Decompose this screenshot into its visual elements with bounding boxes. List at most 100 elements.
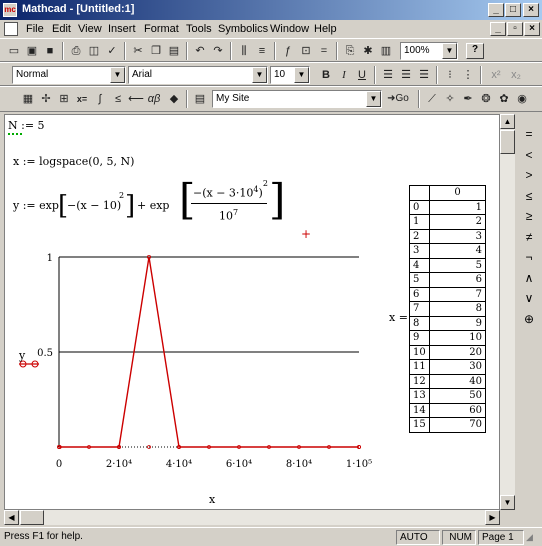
cut-icon[interactable]: ✂ (130, 43, 146, 59)
worksheet[interactable]: N := 5 x := logspace(0, 5, N) y := exp [… (4, 114, 500, 510)
result-table[interactable]: 0 0 1 1 2 2 3 3 4 4 5 5 6 6 7 7 8 8 9 9 10 10 20 11 30 12 40 13 50 1… (409, 185, 486, 433)
menu-tools[interactable]: Tools (186, 23, 212, 35)
scroll-up-icon[interactable]: ▲ (500, 114, 515, 129)
menu-file[interactable]: File (26, 23, 44, 35)
x-definition[interactable]: x := logspace(0, 5, N) (13, 155, 134, 168)
resource-site-select[interactable]: My Site ▼ (212, 90, 382, 108)
run-script-icon[interactable]: ▥ (378, 43, 394, 59)
print-preview-icon[interactable]: ◫ (86, 43, 102, 59)
boolean-toolbar-icon[interactable]: ≤ (110, 91, 126, 107)
x-axis-label[interactable]: x (209, 493, 215, 506)
superscript-button[interactable]: x² (488, 67, 504, 83)
palette-and-button[interactable]: ∧ (521, 270, 537, 286)
palette-greater-equal-button[interactable]: ≥ (521, 208, 537, 224)
menu-symbolics[interactable]: Symbolics (218, 23, 268, 35)
redo-icon[interactable]: ↷ (210, 43, 226, 59)
y-numerator[interactable]: −(x − 3·104)2 (193, 179, 268, 200)
palette-xor-button[interactable]: ⊕ (521, 311, 537, 327)
resource-center-icon[interactable]: ▤ (192, 91, 208, 107)
scroll-right-icon[interactable]: ▶ (485, 510, 500, 525)
graph-toolbar-icon[interactable]: ✢ (38, 91, 54, 107)
bold-button[interactable]: B (318, 67, 334, 83)
paste-icon[interactable]: ▤ (166, 43, 182, 59)
close-button[interactable]: × (523, 3, 539, 17)
palette-greater-than-button[interactable]: > (521, 167, 537, 183)
symbolic-toolbar-icon[interactable]: ◆ (166, 91, 182, 107)
resize-grip-icon[interactable]: ◢ (526, 532, 533, 543)
menu-format[interactable]: Format (144, 23, 179, 35)
spell-check-icon[interactable]: ✓ (104, 43, 120, 59)
copy-icon[interactable]: ❐ (148, 43, 164, 59)
palette-or-button[interactable]: ∨ (521, 290, 537, 306)
chevron-down-icon[interactable]: ▼ (366, 91, 381, 107)
y-axis-label[interactable]: y (19, 349, 25, 362)
font-size-select[interactable]: 10 ▼ (270, 66, 310, 84)
y-term-1[interactable]: −(x − 10) (67, 199, 121, 212)
horizontal-scroll-thumb[interactable] (20, 510, 44, 525)
print-icon[interactable]: ⎙ (68, 43, 84, 59)
menu-insert[interactable]: Insert (108, 23, 136, 35)
insert-function-icon[interactable]: ƒ (280, 43, 296, 59)
align-right-icon[interactable]: ☰ (416, 67, 432, 83)
zoom-select[interactable]: 100% ▼ (400, 42, 458, 60)
insert-hyperlink-icon[interactable]: ⎘ (342, 43, 358, 59)
xy-plot[interactable]: 1 0.5 0 2·10⁴ 4·10⁴ 6·10⁴ 8·10⁴ 1·10⁵ (5, 243, 385, 510)
numbering-icon[interactable]: ⋮ (460, 67, 476, 83)
chevron-down-icon[interactable]: ▼ (294, 67, 309, 83)
palette-equal-button[interactable]: = (521, 126, 537, 142)
doc-close-button[interactable]: × (524, 22, 540, 36)
help-button[interactable]: ? (466, 43, 484, 59)
maximize-button[interactable]: □ (505, 3, 521, 17)
scroll-left-icon[interactable]: ◀ (4, 510, 19, 525)
align-across-icon[interactable]: ⫼ (236, 43, 252, 59)
open-icon[interactable]: ▣ (24, 43, 40, 59)
doc-restore-button[interactable]: ▫ (507, 22, 523, 36)
insert-unit-icon[interactable]: ⊡ (298, 43, 314, 59)
undo-icon[interactable]: ↶ (192, 43, 208, 59)
chevron-down-icon[interactable]: ▼ (252, 67, 267, 83)
collaboratory-icon[interactable]: ✿ (496, 91, 512, 107)
palette-not-button[interactable]: ¬ (521, 249, 537, 265)
web-icon[interactable]: ❂ (478, 91, 494, 107)
new-icon[interactable]: ▭ (6, 43, 22, 59)
tools-icon[interactable]: ✧ (442, 91, 458, 107)
y-definition-prefix[interactable]: y := exp (13, 199, 59, 212)
component-wizard-icon[interactable]: ✱ (360, 43, 376, 59)
italic-button[interactable]: I (336, 67, 352, 83)
menu-window[interactable]: Window (270, 23, 309, 35)
horizontal-scrollbar[interactable]: ◀ ▶ (4, 510, 500, 525)
chevron-down-icon[interactable]: ▼ (110, 67, 125, 83)
eye-icon[interactable]: ◉ (514, 91, 530, 107)
minimize-button[interactable]: _ (488, 3, 504, 17)
menu-help[interactable]: Help (314, 23, 337, 35)
graph-icon[interactable]: ⟋ (424, 91, 440, 107)
bullets-icon[interactable]: ⁝ (442, 67, 458, 83)
mathcad-app-icon[interactable]: mc (3, 3, 17, 17)
menu-view[interactable]: View (78, 23, 102, 35)
style-select[interactable]: Normal ▼ (12, 66, 126, 84)
font-select[interactable]: Arial ▼ (128, 66, 268, 84)
table-label[interactable]: x = (389, 311, 408, 324)
y-denominator[interactable]: 107 (219, 208, 238, 223)
chevron-down-icon[interactable]: ▼ (442, 43, 457, 59)
wizard-icon[interactable]: ✒ (460, 91, 476, 107)
align-down-icon[interactable]: ≡ (254, 43, 270, 59)
calculate-icon[interactable]: = (316, 43, 332, 59)
go-button[interactable]: ➜Go (384, 91, 412, 107)
y-plus-exp[interactable]: + exp (137, 199, 169, 212)
palette-not-equal-button[interactable]: ≠ (521, 229, 537, 245)
palette-less-than-button[interactable]: < (521, 147, 537, 163)
align-center-icon[interactable]: ☰ (398, 67, 414, 83)
vertical-scrollbar[interactable]: ▲ ▼ (500, 114, 515, 510)
doc-minimize-button[interactable]: _ (490, 22, 506, 36)
scroll-down-icon[interactable]: ▼ (500, 495, 515, 510)
matrix-toolbar-icon[interactable]: ⊞ (56, 91, 72, 107)
save-icon[interactable]: ■ (42, 43, 58, 59)
vertical-scroll-thumb[interactable] (500, 130, 515, 154)
align-left-icon[interactable]: ☰ (380, 67, 396, 83)
calculus-toolbar-icon[interactable]: ∫ (92, 91, 108, 107)
programming-toolbar-icon[interactable]: ⟵ (128, 91, 144, 107)
subscript-button[interactable]: x₂ (508, 67, 524, 83)
menu-edit[interactable]: Edit (52, 23, 71, 35)
underline-button[interactable]: U (354, 67, 370, 83)
